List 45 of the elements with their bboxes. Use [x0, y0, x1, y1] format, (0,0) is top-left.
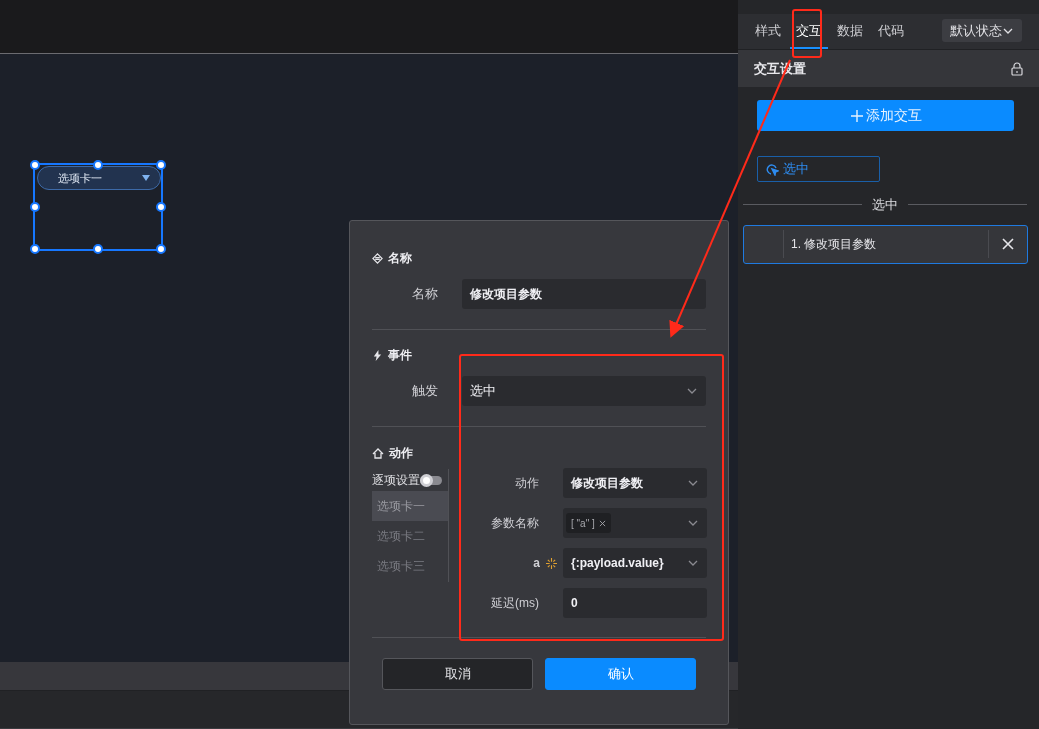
section-heading: 事件	[388, 347, 412, 364]
field-label: 触发	[411, 382, 438, 401]
action-dropdown[interactable]: 修改项目参数	[563, 468, 707, 498]
tags-dropdown[interactable]: [ "a" ]	[563, 508, 707, 538]
diamond-icon	[372, 252, 383, 264]
house-icon	[372, 447, 384, 459]
lock-icon	[1011, 61, 1023, 76]
resize-handle[interactable]	[156, 244, 166, 254]
resize-handle[interactable]	[156, 202, 166, 212]
pointer-icon	[766, 162, 779, 176]
group-heading: 选中	[872, 196, 898, 214]
resize-handle[interactable]	[30, 202, 40, 212]
resize-handle[interactable]	[93, 160, 103, 170]
toggle-label: 逐项设置	[372, 472, 420, 489]
name-input[interactable]: 修改项目参数	[462, 279, 706, 309]
tab[interactable]: 代码	[872, 13, 910, 49]
resize-handle[interactable]	[30, 160, 40, 170]
resize-handle[interactable]	[93, 244, 103, 254]
resize-handle[interactable]	[156, 160, 166, 170]
delay-input[interactable]: 0	[563, 588, 707, 618]
field-label: 延迟(ms)	[491, 595, 539, 612]
expression-dropdown[interactable]: {:payload.value}	[563, 548, 707, 578]
resize-handle[interactable]	[30, 244, 40, 254]
trigger-dropdown[interactable]: 选中	[462, 376, 706, 406]
tab[interactable]: 样式	[749, 13, 787, 49]
state-dropdown[interactable]: 默认状态	[942, 19, 1022, 42]
annotation-box	[792, 9, 822, 58]
section-heading: 名称	[388, 250, 412, 267]
field-label: 名称	[411, 285, 438, 304]
tag: [ "a" ]	[566, 513, 611, 533]
interaction-item[interactable]: 1. 修改项目参数	[743, 224, 1028, 264]
plus-icon	[849, 108, 864, 123]
sparkle-icon	[546, 557, 557, 569]
field-label: 参数名称	[491, 515, 539, 532]
tab[interactable]: 数据	[831, 13, 869, 49]
toggle-switch[interactable]	[420, 475, 442, 485]
field-label: 动作	[515, 475, 539, 492]
tab-selector[interactable]: 选项卡一	[37, 166, 161, 190]
cancel-button[interactable]: 取消	[382, 658, 533, 690]
section-heading: 动作	[389, 445, 413, 462]
dropdown-triangle-icon	[142, 175, 150, 181]
close-icon[interactable]	[598, 519, 606, 527]
field-label: a	[533, 555, 540, 572]
lightning-icon	[372, 349, 383, 361]
event-chip[interactable]: 选中	[757, 156, 880, 182]
